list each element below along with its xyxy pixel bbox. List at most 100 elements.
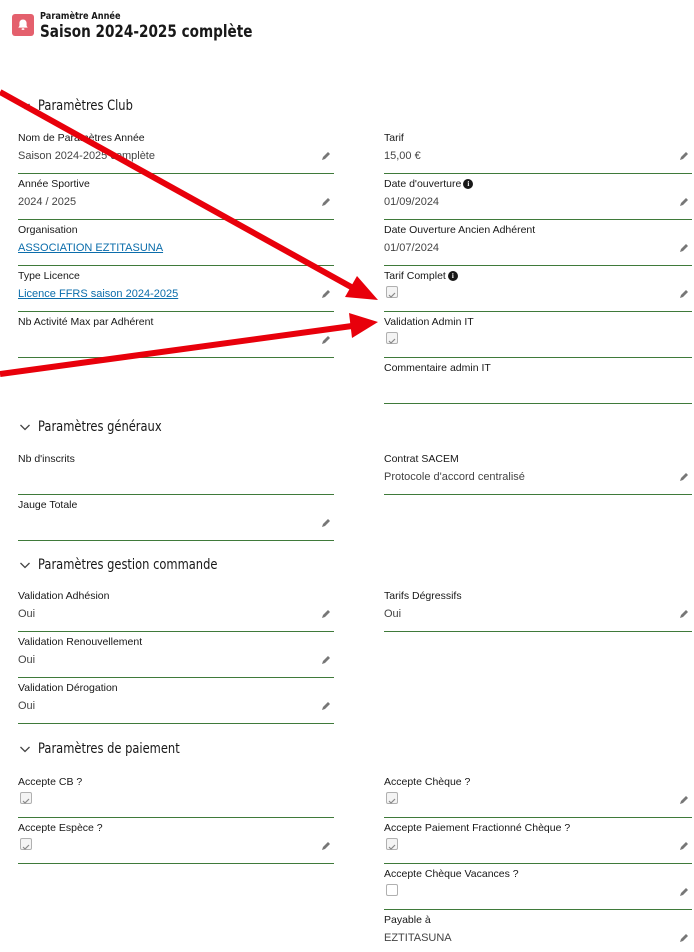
field-label: Validation Dérogation	[18, 682, 118, 694]
section-header-club[interactable]: Paramètres Club	[18, 95, 154, 117]
field-label: Nb Activité Max par Adhérent	[18, 316, 154, 328]
field-label: Date Ouverture Ancien Adhérent	[384, 224, 536, 236]
pencil-icon[interactable]	[678, 840, 690, 852]
field-payable-a: Payable à EZTITASUNA	[384, 912, 692, 952]
chevron-down-icon	[20, 424, 30, 431]
field-value: Protocole d'accord centralisé	[384, 471, 525, 483]
field-validation-renouvellement: Validation Renouvellement Oui	[18, 634, 334, 678]
arrow-head-icon	[349, 313, 378, 338]
pencil-icon[interactable]	[320, 654, 332, 666]
pencil-icon[interactable]	[678, 196, 690, 208]
accepte-fractionne-checkbox[interactable]	[386, 838, 398, 850]
pencil-icon[interactable]	[320, 150, 332, 162]
pencil-icon[interactable]	[320, 288, 332, 300]
field-label: Commentaire admin IT	[384, 362, 491, 374]
record-header: Paramètre Année Saison 2024-2025 complèt…	[0, 0, 694, 56]
field-accepte-cb: Accepte CB ?	[18, 774, 334, 818]
pencil-icon[interactable]	[320, 700, 332, 712]
chevron-down-icon	[20, 746, 30, 753]
section-title: Paramètres gestion commande	[38, 557, 218, 573]
field-date-ouverture: Date d'ouverture i 01/09/2024	[384, 176, 692, 220]
pencil-icon[interactable]	[320, 517, 332, 529]
section-title: Paramètres Club	[38, 98, 133, 114]
pencil-icon[interactable]	[678, 794, 690, 806]
field-value: 15,00 €	[384, 150, 421, 162]
field-label: Accepte Chèque ?	[384, 776, 471, 788]
pencil-icon[interactable]	[320, 608, 332, 620]
pencil-icon[interactable]	[678, 150, 690, 162]
field-label: Validation Renouvellement	[18, 636, 143, 648]
validation-admin-checkbox[interactable]	[386, 332, 398, 344]
field-nom: Nom de Paramètres Année Saison 2024-2025…	[18, 130, 334, 174]
section-header-general[interactable]: Paramètres généraux	[18, 416, 189, 438]
field-value: Oui	[18, 700, 36, 712]
pencil-icon[interactable]	[678, 242, 690, 254]
field-label: Tarif	[384, 132, 404, 144]
check-icon	[388, 844, 396, 850]
field-value: 2024 / 2025	[18, 196, 77, 208]
chevron-down-icon	[20, 103, 30, 110]
field-label: Date d'ouverture i	[384, 178, 474, 190]
pencil-icon[interactable]	[678, 471, 690, 483]
field-organisation: Organisation ASSOCIATION EZTITASUNA	[18, 222, 334, 266]
info-icon[interactable]: i	[447, 271, 458, 281]
type-licence-link[interactable]: Licence FFRS saison 2024-2025	[18, 288, 178, 300]
check-icon	[388, 798, 396, 804]
field-label: Type Licence	[18, 270, 80, 282]
field-value: Oui	[18, 608, 36, 620]
arrow-head-icon	[345, 276, 378, 300]
field-commentaire-admin: Commentaire admin IT	[384, 360, 692, 404]
field-accepte-espece: Accepte Espèce ?	[18, 820, 334, 864]
accepte-espece-checkbox[interactable]	[20, 838, 32, 850]
field-label: Validation Adhésion	[18, 590, 110, 602]
tarif-complet-checkbox[interactable]	[386, 286, 398, 298]
section-title: Paramètres de paiement	[38, 741, 180, 757]
pencil-icon[interactable]	[678, 608, 690, 620]
field-nb-activite: Nb Activité Max par Adhérent	[18, 314, 334, 358]
page-title: Saison 2024-2025 complète	[40, 22, 253, 42]
field-label: Organisation	[18, 224, 78, 236]
field-label: Année Sportive	[18, 178, 90, 190]
bell-icon	[12, 14, 34, 36]
field-date-ouverture-ancien: Date Ouverture Ancien Adhérent 01/07/202…	[384, 222, 692, 266]
accepte-cb-checkbox[interactable]	[20, 792, 32, 804]
field-label: Tarif Complet i	[384, 270, 458, 282]
field-accepte-cheque: Accepte Chèque ?	[384, 774, 692, 818]
field-accepte-fractionne: Accepte Paiement Fractionné Chèque ?	[384, 820, 692, 864]
section-header-payment[interactable]: Paramètres de paiement	[18, 738, 211, 760]
pencil-icon[interactable]	[320, 196, 332, 208]
field-annee-sportive: Année Sportive 2024 / 2025	[18, 176, 334, 220]
check-icon	[388, 338, 396, 344]
accepte-vacances-checkbox[interactable]	[386, 884, 398, 896]
field-contrat-sacem: Contrat SACEM Protocole d'accord central…	[384, 451, 692, 495]
field-label: Jauge Totale	[18, 499, 78, 511]
field-tarif: Tarif 15,00 €	[384, 130, 692, 174]
pencil-icon[interactable]	[678, 886, 690, 898]
field-value: 01/09/2024	[384, 196, 440, 208]
check-icon	[388, 292, 396, 298]
pencil-icon[interactable]	[320, 840, 332, 852]
field-label: Nom de Paramètres Année	[18, 132, 145, 144]
pencil-icon[interactable]	[678, 288, 690, 300]
pencil-icon[interactable]	[320, 334, 332, 346]
field-value: 01/07/2024	[384, 242, 440, 254]
field-validation-adhesion: Validation Adhésion Oui	[18, 588, 334, 632]
field-nb-inscrits: Nb d'inscrits	[18, 451, 334, 495]
field-label: Accepte CB ?	[18, 776, 83, 788]
field-tarif-complet: Tarif Complet i	[384, 268, 692, 312]
field-label-text: Tarif Complet	[384, 270, 446, 282]
object-label: Paramètre Année	[40, 11, 121, 22]
field-value: EZTITASUNA	[384, 932, 452, 944]
field-value: Oui	[384, 608, 402, 620]
field-validation-derogation: Validation Dérogation Oui	[18, 680, 334, 724]
info-icon[interactable]: i	[463, 179, 474, 189]
accepte-cheque-checkbox[interactable]	[386, 792, 398, 804]
pencil-icon[interactable]	[678, 932, 690, 944]
section-header-order[interactable]: Paramètres gestion commande	[18, 554, 257, 576]
section-title: Paramètres généraux	[38, 419, 162, 435]
chevron-down-icon	[20, 562, 30, 569]
check-icon	[22, 844, 30, 850]
check-icon	[22, 798, 30, 804]
field-label: Payable à	[384, 914, 431, 926]
organisation-link[interactable]: ASSOCIATION EZTITASUNA	[18, 242, 163, 254]
